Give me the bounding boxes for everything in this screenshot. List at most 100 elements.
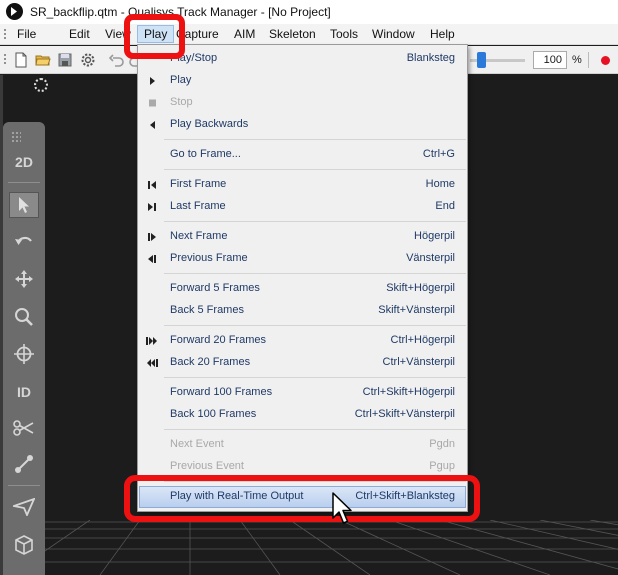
menu-item-forward-100-frames[interactable]: Forward 100 Frames Ctrl+Skift+Högerpil	[139, 382, 466, 404]
tool-separator	[8, 182, 40, 183]
menu-item-last-frame[interactable]: Last Frame End	[139, 196, 466, 218]
menu-item-shortcut: Ctrl+Högerpil	[390, 334, 456, 346]
real-time-output-highlight	[124, 475, 480, 522]
play-triangle-icon	[150, 77, 155, 85]
menu-separator	[164, 221, 466, 222]
2d-view-label: 2D	[15, 154, 33, 170]
menu-item-back-100-frames[interactable]: Back 100 Frames Ctrl+Skift+Vänsterpil	[139, 404, 466, 426]
translate-tool-button[interactable]	[9, 266, 39, 292]
menu-item-label: Last Frame	[170, 200, 226, 212]
menu-item-label: Go to Frame...	[170, 148, 241, 160]
camera-marker-icon[interactable]	[34, 78, 48, 92]
cube-icon	[15, 535, 33, 555]
zoom-tool-button[interactable]	[9, 304, 39, 330]
menu-separator	[164, 429, 466, 430]
new-file-icon[interactable]	[13, 52, 29, 68]
menu-item-play[interactable]: Play	[139, 70, 466, 92]
identify-tool-button[interactable]: ID	[9, 379, 39, 405]
menu-item-previous-frame[interactable]: Previous Frame Vänsterpil	[139, 248, 466, 270]
translate-icon	[15, 270, 33, 288]
menu-item-back-5-frames[interactable]: Back 5 Frames Skift+Vänsterpil	[139, 300, 466, 322]
menu-item-play-stop[interactable]: Play/Stop Blanksteg	[139, 48, 466, 70]
play-backwards-icon	[150, 121, 155, 129]
last-frame-icon	[148, 203, 156, 211]
rotate-tool-button[interactable]	[9, 228, 39, 254]
menu-separator	[164, 377, 466, 378]
bone-tool-button[interactable]	[9, 451, 39, 477]
stop-square-icon	[149, 99, 156, 107]
menu-item-next-frame[interactable]: Next Frame Högerpil	[139, 226, 466, 248]
toolbar-separator	[588, 52, 589, 68]
zoom-value-field[interactable]: 100	[533, 51, 567, 69]
identify-label: ID	[17, 384, 31, 400]
menu-item-label: Forward 20 Frames	[170, 334, 266, 346]
menu-item-label: Back 20 Frames	[170, 356, 251, 368]
menu-item-label: First Frame	[170, 178, 227, 190]
floor-grid	[0, 520, 618, 575]
menu-separator	[164, 325, 466, 326]
menu-item-label: Play Backwards	[170, 118, 249, 130]
2d-view-button[interactable]: 2D	[9, 149, 39, 175]
forward-20-icon	[146, 337, 157, 345]
menu-item-shortcut: Skift+Högerpil	[386, 282, 455, 294]
menu-item-shortcut: Blanksteg	[406, 52, 455, 64]
record-icon[interactable]	[601, 56, 610, 65]
menu-edit[interactable]: Edit	[69, 27, 90, 41]
menu-item-go-to-frame[interactable]: Go to Frame... Ctrl+G	[139, 144, 466, 166]
select-arrow-icon	[19, 197, 29, 213]
menu-item-play-backwards[interactable]: Play Backwards	[139, 114, 466, 136]
menu-skeleton[interactable]: Skeleton	[269, 27, 316, 41]
menu-file[interactable]: File	[17, 27, 36, 41]
menu-tools[interactable]: Tools	[330, 27, 358, 41]
menu-item-shortcut: End	[435, 200, 455, 212]
menu-item-label: Forward 100 Frames	[170, 386, 273, 398]
first-frame-icon	[148, 181, 156, 189]
menu-aim[interactable]: AIM	[234, 27, 255, 41]
menu-separator	[164, 169, 466, 170]
select-tool-button[interactable]	[9, 192, 39, 218]
fill-icon	[13, 498, 35, 516]
menu-item-shortcut: Ctrl+Vänsterpil	[382, 356, 455, 368]
settings-gear-icon[interactable]	[80, 52, 96, 68]
menu-separator	[164, 139, 466, 140]
menu-item-next-event: Next Event Pgdn	[139, 434, 466, 456]
open-folder-icon[interactable]	[35, 52, 51, 68]
menu-window[interactable]: Window	[372, 27, 415, 41]
menu-item-label: Forward 5 Frames	[170, 282, 260, 294]
menu-item-label: Back 100 Frames	[170, 408, 257, 420]
menu-bar: File Edit View Play Capture AIM Skeleton…	[0, 24, 618, 45]
cube-tool-button[interactable]	[9, 532, 39, 558]
undo-icon[interactable]	[109, 52, 125, 68]
menu-item-forward-5-frames[interactable]: Forward 5 Frames Skift+Högerpil	[139, 278, 466, 300]
toolbar-grip-icon	[3, 53, 7, 66]
menu-item-label: Stop	[170, 96, 193, 108]
cut-trajectory-button[interactable]	[9, 415, 39, 441]
menu-grip-icon	[3, 28, 7, 41]
rotate-icon	[15, 236, 32, 245]
menu-item-label: Back 5 Frames	[170, 304, 244, 316]
zoom-icon	[15, 308, 33, 326]
menu-item-forward-20-frames[interactable]: Forward 20 Frames Ctrl+Högerpil	[139, 330, 466, 352]
menu-item-back-20-frames[interactable]: Back 20 Frames Ctrl+Vänsterpil	[139, 352, 466, 374]
center-tool-button[interactable]	[9, 341, 39, 367]
zoom-slider-thumb[interactable]	[477, 52, 486, 68]
play-menu-highlight	[124, 14, 185, 59]
menu-item-shortcut: Ctrl+Skift+Högerpil	[362, 386, 455, 398]
save-disk-icon[interactable]	[57, 52, 73, 68]
menu-item-first-frame[interactable]: First Frame Home	[139, 174, 466, 196]
menu-separator	[164, 273, 466, 274]
title-bar: SR_backflip.qtm - Qualisys Track Manager…	[0, 0, 618, 24]
menu-item-label: Previous Event	[170, 460, 244, 472]
menu-item-shortcut: Pgdn	[429, 438, 455, 450]
cut-trajectory-icon	[13, 420, 34, 436]
menu-help[interactable]: Help	[430, 27, 455, 41]
center-crosshair-icon	[14, 344, 34, 364]
menu-item-shortcut: Skift+Vänsterpil	[378, 304, 455, 316]
menu-item-shortcut: Högerpil	[414, 230, 455, 242]
menu-item-label: Next Frame	[170, 230, 228, 242]
tool-separator	[8, 485, 40, 486]
menu-item-label: Previous Frame	[170, 252, 248, 264]
fill-tool-button[interactable]	[9, 494, 39, 520]
qualisys-logo-icon	[6, 3, 23, 20]
drag-grip-icon[interactable]	[11, 131, 21, 143]
